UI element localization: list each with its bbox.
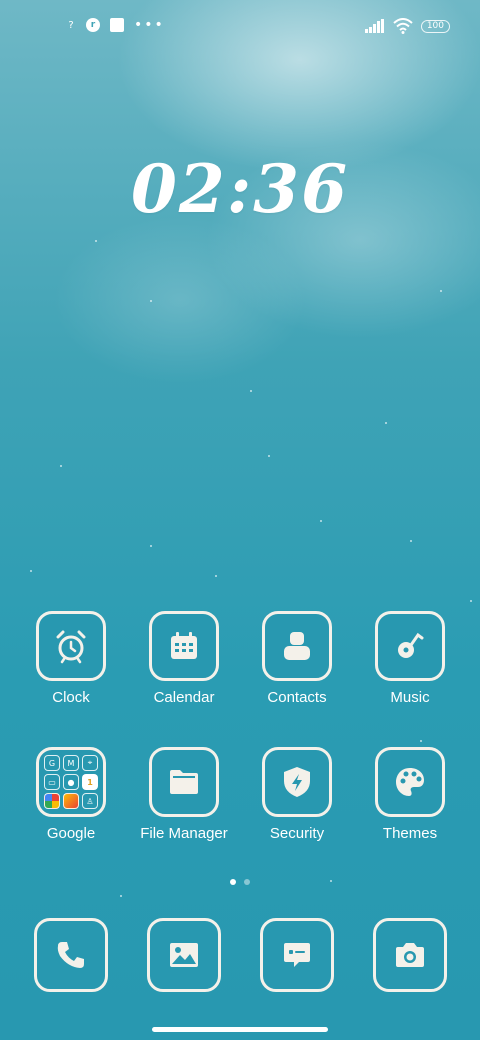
dock-messages[interactable] (247, 918, 347, 992)
clock-widget[interactable]: 02:36 (0, 150, 480, 228)
app-label: Clock (52, 689, 90, 706)
app-tile[interactable] (147, 918, 221, 992)
more-dots-icon: ••• (134, 17, 165, 33)
palette-icon (396, 768, 424, 796)
app-security[interactable]: Security (247, 747, 347, 842)
gallery-icon (170, 943, 198, 967)
app-label: Calendar (153, 689, 215, 706)
r-app-icon: r (86, 18, 100, 32)
dock-camera[interactable] (360, 918, 460, 992)
square-app-icon (110, 18, 124, 32)
dock-phone[interactable] (21, 918, 121, 992)
app-tile[interactable] (34, 918, 108, 992)
photos-mini-icon (44, 793, 60, 809)
app-tile[interactable] (149, 611, 219, 681)
messages-icon (284, 943, 310, 967)
movies-mini-icon (63, 793, 79, 809)
maps-mini-icon: ⌖ (82, 755, 98, 771)
google-mini-icon: G (44, 755, 60, 771)
status-left: ? r ••• (66, 18, 165, 32)
app-label: Google (46, 825, 96, 842)
signal-icon (364, 19, 384, 33)
music-note-icon (398, 632, 424, 658)
alarm-clock-icon (56, 630, 86, 664)
assistant-mini-icon: ● (63, 774, 79, 790)
app-label: File Manager (140, 825, 228, 842)
wifi-icon (393, 18, 413, 34)
app-themes[interactable]: Themes (360, 747, 460, 842)
app-tile[interactable] (36, 611, 106, 681)
app-google-folder[interactable]: G M ⌖ ▭ ● 1 ♙ Google (21, 747, 121, 842)
status-right: 100 (364, 18, 450, 34)
app-tile[interactable] (375, 747, 445, 817)
youtube-mini-icon: ▭ (44, 774, 60, 790)
app-label: Music (390, 689, 430, 706)
battery-icon: 100 (420, 19, 450, 33)
app-clock[interactable]: Clock (21, 611, 121, 706)
folder-icon (170, 770, 198, 794)
status-bar: ? r ••• 100 (0, 14, 480, 42)
folder-tile[interactable]: G M ⌖ ▭ ● 1 ♙ (36, 747, 106, 817)
app-label: Security (269, 825, 325, 842)
calendar-icon (171, 632, 197, 659)
app-tile[interactable] (375, 611, 445, 681)
page-indicator (0, 879, 480, 885)
folder-grid: G M ⌖ ▭ ● 1 ♙ (44, 755, 98, 809)
phone-icon (57, 942, 84, 968)
page-dot-1[interactable] (230, 879, 236, 885)
app-contacts[interactable]: Contacts (247, 611, 347, 706)
contacts-icon (284, 632, 310, 660)
camera-icon (396, 943, 424, 967)
gmail-mini-icon: M (63, 755, 79, 771)
app-tile[interactable] (373, 918, 447, 992)
question-icon: ? (68, 19, 74, 31)
shield-bolt-icon (284, 767, 310, 797)
app-tile[interactable] (260, 918, 334, 992)
dock-gallery[interactable] (134, 918, 234, 992)
page-dot-2[interactable] (244, 879, 250, 885)
app-tile[interactable] (262, 747, 332, 817)
fit-mini-icon: ♙ (82, 793, 98, 809)
one-mini-icon: 1 (82, 774, 98, 790)
home-gesture-bar[interactable] (152, 1027, 328, 1032)
app-tile[interactable] (262, 611, 332, 681)
app-label: Contacts (267, 689, 327, 706)
app-label: Themes (382, 825, 438, 842)
app-tile[interactable] (149, 747, 219, 817)
app-music[interactable]: Music (360, 611, 460, 706)
app-file-manager[interactable]: File Manager (134, 747, 234, 842)
app-calendar[interactable]: Calendar (134, 611, 234, 706)
